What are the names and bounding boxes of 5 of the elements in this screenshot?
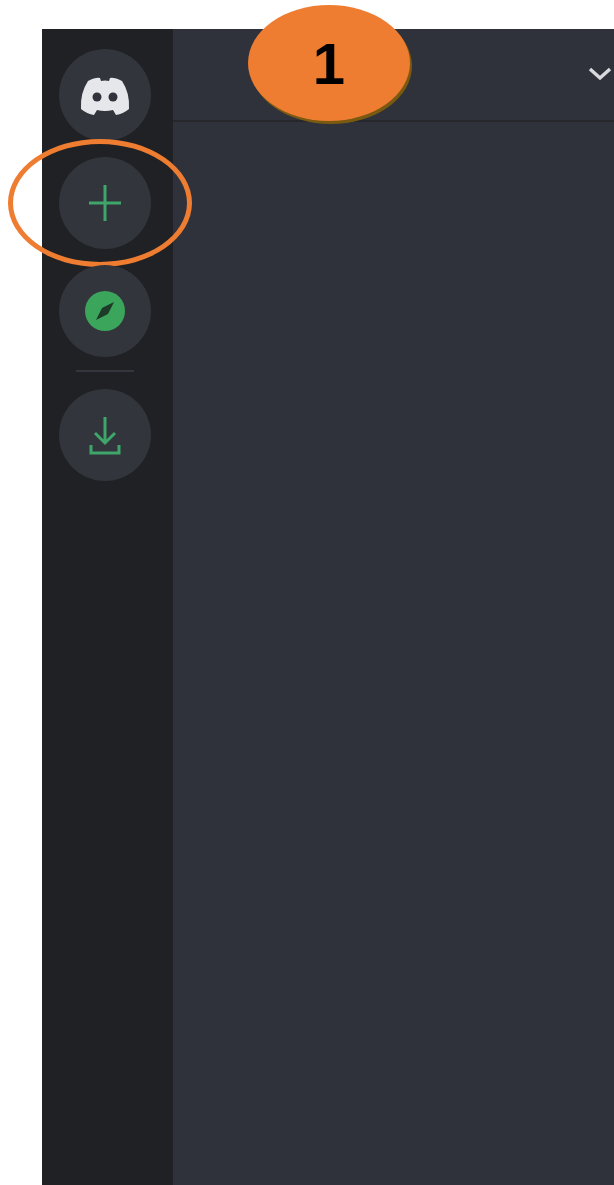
- chevron-down-icon[interactable]: [588, 66, 612, 81]
- step-number-badge: 1: [248, 5, 410, 121]
- plus-icon: [87, 183, 122, 223]
- compass-icon: [83, 290, 126, 332]
- download-icon: [88, 415, 121, 455]
